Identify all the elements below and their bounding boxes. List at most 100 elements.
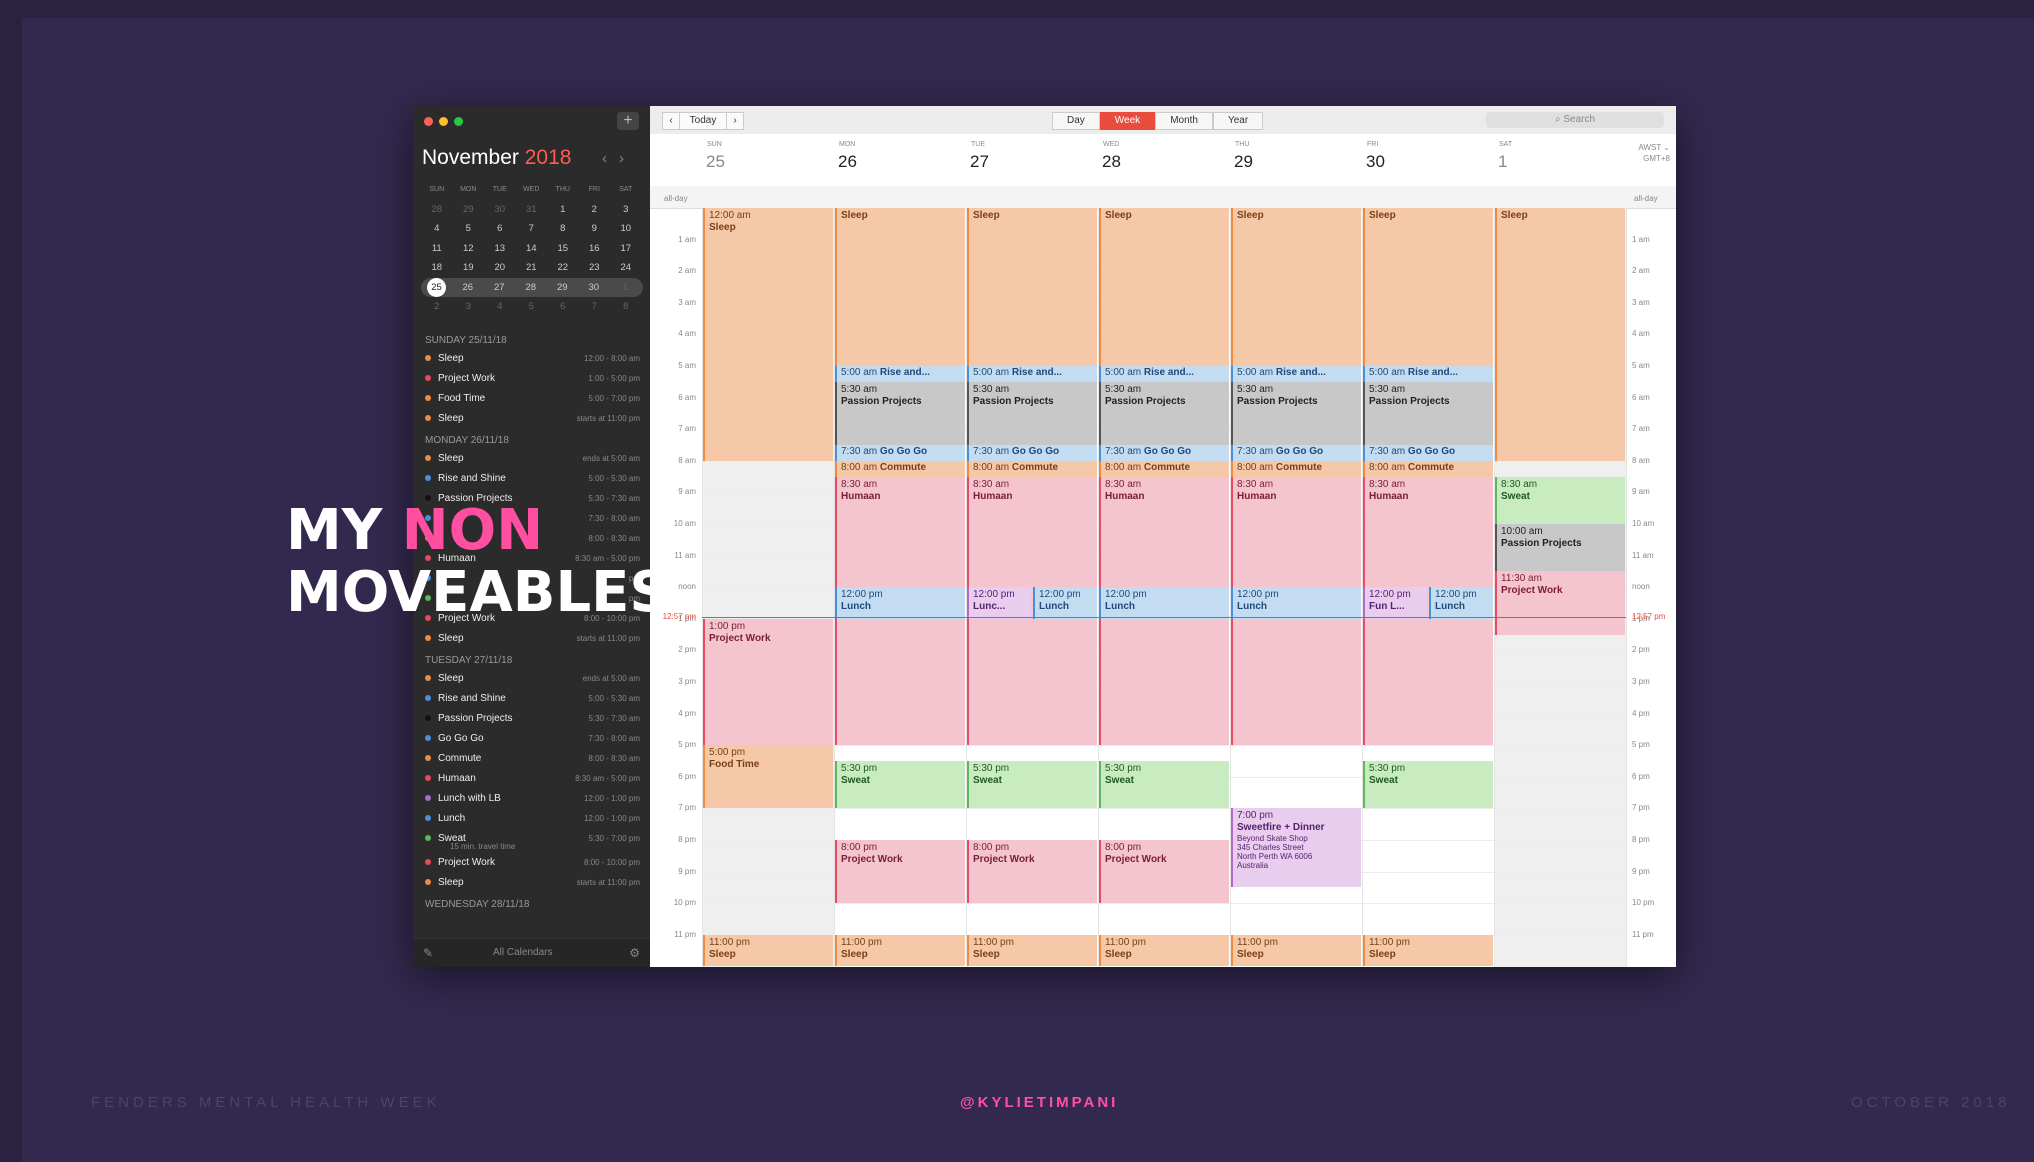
calendar-event[interactable]: 11:00 pm Sleep [1099, 934, 1229, 967]
mini-day[interactable]: 29 [453, 204, 485, 215]
calendar-event[interactable]: 5:30 pm Sweat [1363, 761, 1493, 809]
calendar-event[interactable]: 7:30 am Go Go Go [1231, 445, 1361, 461]
agenda-event[interactable]: Humaan 8:30 am - 5:00 pm [413, 768, 650, 788]
mini-day[interactable]: 18 [421, 262, 453, 273]
mini-day[interactable]: 4 [421, 223, 453, 234]
agenda-event[interactable]: Sleep ends at 5:00 am [413, 448, 650, 468]
minimize-button[interactable] [439, 117, 448, 126]
mini-day[interactable]: 3 [453, 301, 485, 312]
calendar-event[interactable]: Sleep [835, 208, 965, 366]
calendar-event[interactable]: Sleep [1495, 208, 1625, 461]
mini-day[interactable]: 30 [578, 282, 610, 293]
mini-day[interactable]: 31 [516, 204, 548, 215]
calendar-event[interactable]: 5:30 am Passion Projects [1099, 381, 1229, 445]
gear-icon[interactable]: ⚙ [629, 946, 640, 960]
mini-day[interactable]: 21 [516, 262, 548, 273]
add-event-button[interactable]: + [617, 112, 639, 130]
calendar-event[interactable]: 5:30 pm Sweat [835, 761, 965, 809]
calendar-event[interactable]: 5:00 am Rise and... [1231, 366, 1361, 382]
today-button[interactable]: Today [679, 112, 727, 130]
view-week-button[interactable]: Week [1099, 112, 1156, 130]
mini-day[interactable]: 8 [547, 223, 579, 234]
mini-day[interactable]: 2 [421, 301, 453, 312]
mini-day[interactable]: 22 [547, 262, 579, 273]
calendar-event[interactable]: 5:00 am Rise and... [1099, 366, 1229, 382]
agenda-event[interactable]: Sleep starts at 11:00 pm [413, 628, 650, 648]
mini-day[interactable]: 28 [421, 204, 453, 215]
mini-day[interactable]: 17 [610, 243, 642, 254]
mini-day[interactable]: 5 [516, 301, 548, 312]
mini-day[interactable]: 7 [579, 301, 611, 312]
day-header[interactable]: THU 29 [1230, 134, 1362, 190]
agenda-event[interactable]: Sleep starts at 11:00 pm [413, 408, 650, 428]
calendar-event[interactable]: 12:00 pm Lunch [835, 587, 965, 619]
calendar-event[interactable]: 12:00 pm Lunch [1429, 587, 1493, 619]
agenda-event[interactable]: Project Work 8:00 - 10:00 pm [413, 852, 650, 872]
mini-day[interactable]: 27 [484, 282, 516, 293]
calendar-event[interactable]: Sleep [967, 208, 1097, 366]
calendar-event[interactable]: 12:00 am Sleep [703, 208, 833, 461]
mini-day[interactable]: 11 [421, 243, 453, 254]
calendar-event[interactable]: 7:30 am Go Go Go [1099, 445, 1229, 461]
calendar-event[interactable]: 5:30 am Passion Projects [967, 381, 1097, 445]
agenda-event[interactable]: Rise and Shine 5:00 - 5:30 am [413, 468, 650, 488]
calendar-event[interactable]: 8:00 pm Project Work [1099, 840, 1229, 904]
calendar-event[interactable]: 5:30 pm Sweat [1099, 761, 1229, 809]
mini-day[interactable]: 6 [547, 301, 579, 312]
calendar-event[interactable]: 12:00 pm Lunc... [967, 587, 1031, 619]
search-field[interactable]: ⌕ Search [1486, 112, 1664, 128]
mini-day[interactable]: 20 [484, 262, 516, 273]
mini-day[interactable]: 28 [515, 282, 547, 293]
timezone-label[interactable]: AWST ⌄ GMT+8 [1638, 142, 1670, 164]
mini-day[interactable]: 13 [484, 243, 516, 254]
agenda-event[interactable]: Lunch with LB 12:00 - 1:00 pm [413, 788, 650, 808]
agenda-event[interactable]: Sleep ends at 5:00 am [413, 668, 650, 688]
calendar-event[interactable]: 8:00 am Commute [1363, 460, 1493, 477]
agenda-event[interactable]: Passion Projects 5:30 - 7:30 am [413, 708, 650, 728]
mini-day[interactable]: 4 [484, 301, 516, 312]
calendar-event[interactable]: 7:00 pm Sweetfire + Dinner Beyond Skate Sh… [1231, 808, 1361, 888]
calendar-event[interactable]: 5:00 pm Food Time [703, 745, 833, 809]
calendar-event[interactable]: 12:00 pm Lunch [1099, 587, 1229, 619]
calendar-event[interactable]: 8:00 am Commute [967, 460, 1097, 477]
calendar-event[interactable]: 5:00 am Rise and... [1363, 366, 1493, 382]
agenda-event[interactable]: Commute 8:00 - 8:30 am [413, 748, 650, 768]
calendar-event[interactable]: 8:00 am Commute [1231, 460, 1361, 477]
agenda-event[interactable]: Lunch 12:00 - 1:00 pm [413, 808, 650, 828]
calendar-event[interactable]: 12:00 pm Lunch [1033, 587, 1097, 619]
mini-day[interactable]: 10 [610, 223, 642, 234]
calendar-event[interactable]: Sleep [1099, 208, 1229, 366]
mini-day[interactable]: 25 [427, 277, 446, 297]
calendar-event[interactable]: 10:00 am Passion Projects [1495, 524, 1625, 572]
day-header[interactable]: TUE 27 [966, 134, 1098, 190]
calendar-event[interactable]: 11:00 pm Sleep [703, 934, 833, 967]
calendar-event[interactable]: 8:00 am Commute [835, 460, 965, 477]
mini-day[interactable]: 24 [610, 262, 642, 273]
mini-day[interactable]: 1 [610, 282, 642, 293]
mini-day[interactable]: 26 [452, 282, 484, 293]
mini-day[interactable]: 6 [484, 223, 516, 234]
calendar-event[interactable]: Sleep [1363, 208, 1493, 366]
calendar-event[interactable]: 12:00 pm Lunch [1231, 587, 1361, 619]
agenda-event[interactable]: Project Work 1:00 - 5:00 pm [413, 368, 650, 388]
view-month-button[interactable]: Month [1155, 112, 1213, 130]
mini-day[interactable]: 2 [579, 204, 611, 215]
calendar-event[interactable]: 5:30 am Passion Projects [1363, 381, 1493, 445]
day-header[interactable]: SUN 25 [702, 134, 834, 190]
compose-icon[interactable]: ✎ [423, 946, 433, 960]
calendar-event[interactable]: 5:30 am Passion Projects [835, 381, 965, 445]
agenda-event[interactable]: Rise and Shine 5:00 - 5:30 am [413, 688, 650, 708]
mini-day[interactable]: 19 [453, 262, 485, 273]
agenda-event[interactable]: Sleep 12:00 - 8:00 am [413, 348, 650, 368]
prev-week-button[interactable]: ‹ [662, 112, 680, 130]
agenda-event[interactable]: Sleep starts at 11:00 pm [413, 872, 650, 892]
mini-day[interactable]: 14 [516, 243, 548, 254]
calendar-event[interactable]: 8:00 am Commute [1099, 460, 1229, 477]
calendar-event[interactable]: 7:30 am Go Go Go [835, 445, 965, 461]
calendar-event[interactable]: 5:00 am Rise and... [835, 366, 965, 382]
calendar-event[interactable]: 8:00 pm Project Work [835, 840, 965, 904]
day-header[interactable]: MON 26 [834, 134, 966, 190]
agenda-event[interactable]: Food Time 5:00 - 7:00 pm [413, 388, 650, 408]
calendar-event[interactable]: 8:30 am Sweat [1495, 476, 1625, 524]
calendar-event[interactable]: 11:00 pm Sleep [967, 934, 1097, 967]
